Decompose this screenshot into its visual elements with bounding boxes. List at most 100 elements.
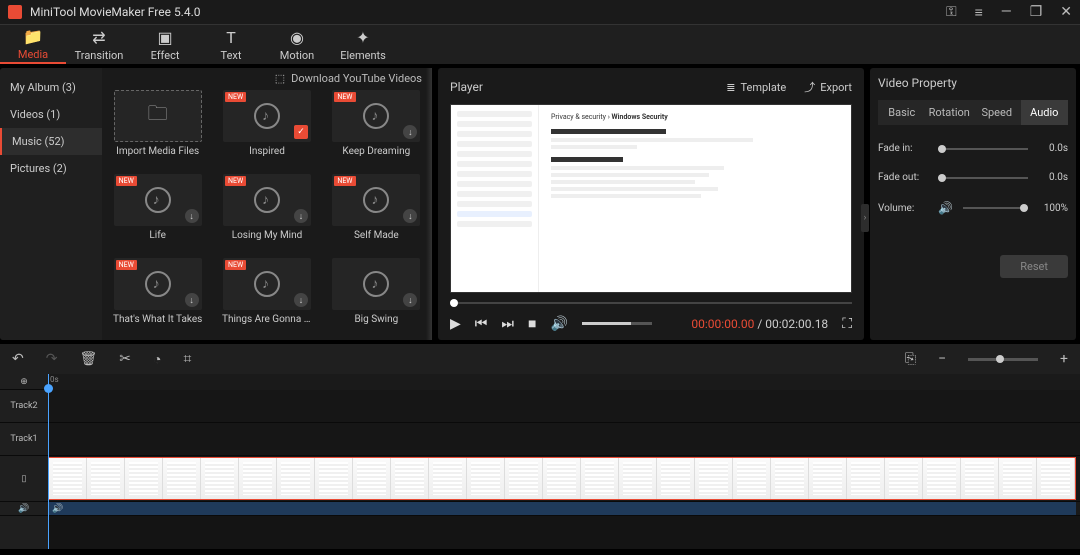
sidebar-item-pictures[interactable]: Pictures (2)	[0, 155, 102, 182]
template-button[interactable]: ≣Template	[726, 81, 786, 94]
fade-out-slider[interactable]	[938, 177, 1028, 179]
fade-in-slider[interactable]	[938, 148, 1028, 150]
tab-media[interactable]: 📁Media	[0, 25, 66, 64]
template-icon: ≣	[726, 81, 735, 94]
fit-button[interactable]: ⎘	[905, 351, 916, 367]
download-icon[interactable]: ↓	[294, 293, 308, 307]
tile-keep-dreaming[interactable]: NEW↓Keep Dreaming	[327, 90, 426, 166]
delete-button[interactable]: 🗑	[79, 351, 97, 367]
tile-big-swing[interactable]: ↓Big Swing	[327, 258, 426, 334]
tile-things-are-gonna[interactable]: NEW↓Things Are Gonna Ge…	[217, 258, 316, 334]
transition-icon: ⇄	[92, 28, 105, 47]
volume-slider[interactable]	[582, 322, 652, 325]
fade-in-label: Fade in:	[878, 143, 930, 154]
volume-label: Volume:	[878, 203, 930, 214]
download-icon[interactable]: ↓	[185, 293, 199, 307]
split-button[interactable]: ✂	[119, 351, 131, 367]
next-frame-button[interactable]: ⏭	[501, 316, 514, 332]
track1-label: Track1	[0, 423, 48, 456]
playhead[interactable]	[48, 374, 49, 549]
maximize-button[interactable]: ❐	[1030, 4, 1043, 20]
export-button[interactable]: ⤴Export	[804, 79, 852, 95]
prev-frame-button[interactable]: ⏮	[475, 316, 488, 332]
elements-icon: ✦	[356, 28, 369, 47]
volume-icon: 🔊	[938, 201, 953, 215]
zoom-in-button[interactable]: +	[1060, 351, 1068, 367]
video-track[interactable]	[48, 456, 1080, 502]
library-panel: My Album (3) Videos (1) Music (52) Pictu…	[0, 68, 432, 340]
main-toolbar: 📁Media ⇄Transition ▣Effect TText ◉Motion…	[0, 24, 1080, 64]
tab-transition[interactable]: ⇄Transition	[66, 25, 132, 64]
play-button[interactable]: ▶	[450, 316, 461, 332]
prop-tab-basic[interactable]: Basic	[878, 100, 926, 125]
download-icon[interactable]: ↓	[294, 209, 308, 223]
speed-button[interactable]: ◔	[153, 351, 161, 368]
tab-elements[interactable]: ✦Elements	[330, 25, 396, 64]
tile-self-made[interactable]: NEW↓Self Made	[327, 174, 426, 250]
zoom-slider[interactable]	[968, 358, 1038, 361]
effect-icon: ▣	[157, 28, 172, 47]
timeline-toolbar: ↶ ↷ 🗑 ✂ ◔ ⌗ ⎘ − +	[0, 344, 1080, 374]
tile-losing-my-mind[interactable]: NEW↓Losing My Mind	[217, 174, 316, 250]
menu-icon[interactable]: ≡	[975, 4, 983, 21]
seek-bar[interactable]	[450, 299, 852, 307]
download-icon[interactable]: ↓	[403, 125, 417, 139]
check-icon: ✓	[294, 125, 308, 139]
tile-import[interactable]: 🗀Import Media Files	[108, 90, 207, 166]
undo-button[interactable]: ↶	[12, 351, 24, 367]
export-icon: ⤴	[804, 79, 815, 95]
prop-tab-speed[interactable]: Speed	[973, 100, 1021, 125]
reset-button[interactable]: Reset	[1000, 255, 1068, 278]
minimize-button[interactable]: —	[1001, 4, 1012, 20]
folder-icon: 🗀	[148, 99, 168, 133]
timeline-ruler[interactable]: 0s	[48, 374, 1080, 390]
audio-clip[interactable]: 🔊	[48, 502, 1076, 515]
volume-icon[interactable]: 🔊	[550, 316, 567, 332]
player-title: Player	[450, 80, 483, 94]
tab-effect[interactable]: ▣Effect	[132, 25, 198, 64]
redo-button[interactable]: ↷	[46, 351, 58, 367]
sidebar-item-music[interactable]: Music (52)	[0, 128, 102, 155]
title-bar: MiniTool MovieMaker Free 5.4.0 ⚿ ≡ — ❐ ✕	[0, 0, 1080, 24]
stop-button[interactable]: ■	[528, 315, 536, 332]
timeline-add-track[interactable]: ⊕	[0, 374, 48, 390]
prop-tab-audio[interactable]: Audio	[1021, 100, 1069, 125]
video-track-icon: ▯	[0, 456, 48, 502]
text-icon: T	[226, 28, 236, 47]
download-icon[interactable]: ↓	[403, 293, 417, 307]
tile-life[interactable]: NEW↓Life	[108, 174, 207, 250]
key-icon[interactable]: ⚿	[946, 4, 957, 20]
expand-handle[interactable]: ›	[861, 204, 869, 232]
app-logo	[8, 5, 22, 19]
tile-thats-what-it-takes[interactable]: NEW↓That's What It Takes	[108, 258, 207, 334]
crop-button[interactable]: ⌗	[183, 351, 191, 367]
download-youtube-icon: ⬚	[275, 72, 285, 85]
fullscreen-button[interactable]: ⛶	[842, 316, 852, 332]
property-title: Video Property	[878, 76, 1068, 90]
download-icon[interactable]: ↓	[185, 209, 199, 223]
tab-text[interactable]: TText	[198, 25, 264, 64]
download-youtube-link[interactable]: Download YouTube Videos	[291, 72, 422, 85]
speaker-icon: 🔊	[52, 504, 63, 514]
sidebar-item-my-album[interactable]: My Album (3)	[0, 74, 102, 101]
prop-volume-slider[interactable]	[963, 207, 1028, 209]
timeline: ⊕ Track2 Track1 ▯ 🔊 0s 🔊	[0, 374, 1080, 549]
close-button[interactable]: ✕	[1060, 4, 1072, 20]
zoom-out-button[interactable]: −	[938, 351, 946, 367]
motion-icon: ◉	[290, 28, 304, 47]
folder-icon: 📁	[23, 27, 43, 46]
fade-out-label: Fade out:	[878, 172, 930, 183]
prop-tab-rotation[interactable]: Rotation	[926, 100, 974, 125]
preview-viewport: Privacy & security › Windows Security	[450, 104, 852, 293]
timecode: 00:00:00.00 / 00:02:00.18	[691, 317, 828, 331]
sidebar-item-videos[interactable]: Videos (1)	[0, 101, 102, 128]
property-panel: Video Property Basic Rotation Speed Audi…	[870, 68, 1076, 340]
download-icon[interactable]: ↓	[403, 209, 417, 223]
tile-inspired[interactable]: NEW✓Inspired	[217, 90, 316, 166]
track-2[interactable]	[48, 390, 1080, 423]
track-1[interactable]	[48, 423, 1080, 456]
tab-motion[interactable]: ◉Motion	[264, 25, 330, 64]
video-clip[interactable]	[48, 457, 1076, 500]
audio-track-icon: 🔊	[0, 502, 48, 516]
audio-track[interactable]: 🔊	[48, 502, 1080, 516]
